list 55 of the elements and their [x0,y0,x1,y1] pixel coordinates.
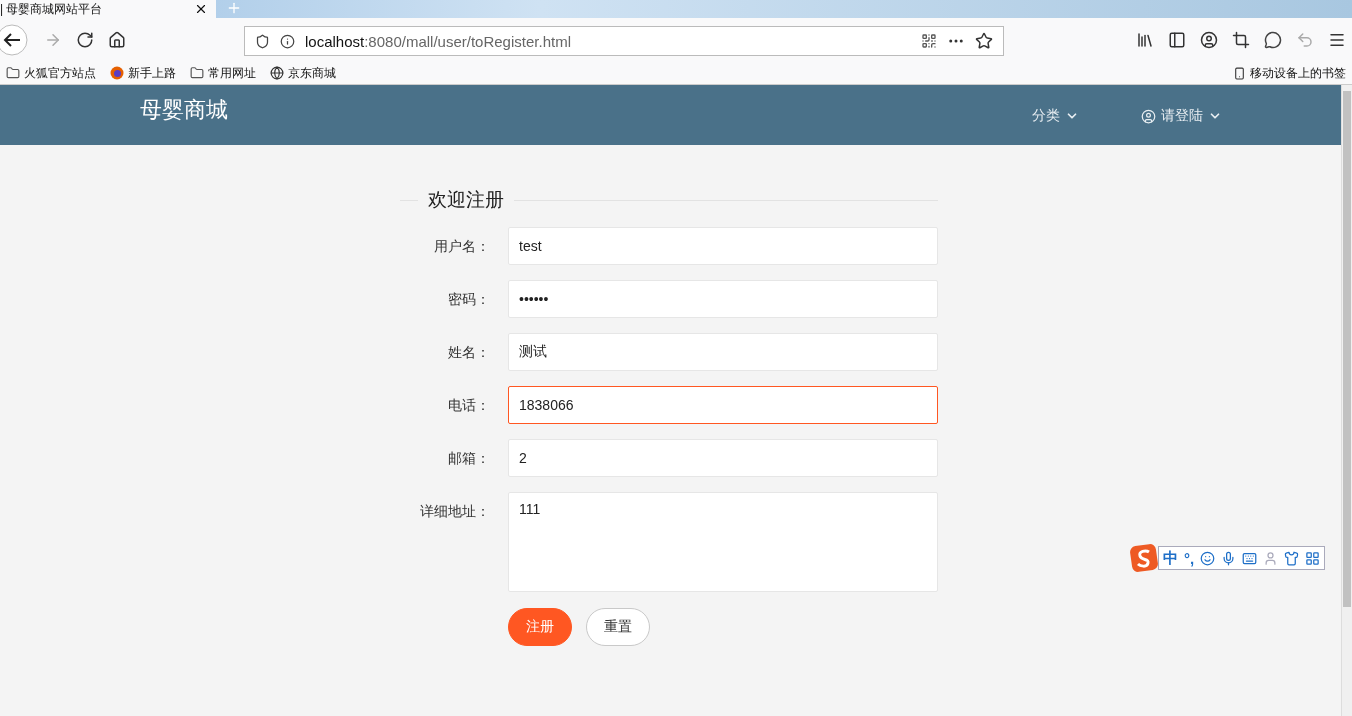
grid-icon[interactable] [1305,550,1321,566]
browser-logo-icon [110,66,124,80]
bookmark-item[interactable]: 火狐官方站点 [6,64,96,82]
field-label: 姓名： [447,343,490,362]
bookmark-item[interactable]: 常用网址 [190,64,256,82]
input-field[interactable]: 1838066 [508,386,938,424]
bookmark-item[interactable]: 新手上路 [110,64,176,82]
bookmark-item[interactable]: 京东商城 [270,64,336,82]
mic-icon[interactable] [1221,550,1237,566]
nav-menu[interactable]: 请登陆 [1141,107,1222,125]
ime-logo-icon[interactable] [1130,544,1158,572]
folder-icon [6,66,20,80]
input-mode[interactable]: 中 [1163,548,1178,568]
scrollbar[interactable] [1341,85,1352,716]
field-label: 用户名： [433,237,490,256]
input-field[interactable]: •••••• [508,280,938,318]
url-text: localhost:8080/mall/user/toRegister.html [305,32,572,50]
info-icon[interactable] [280,33,295,49]
menu-icon[interactable] [1328,31,1346,49]
textarea-field[interactable]: 111 [508,492,938,592]
browser-tab[interactable]: | 母婴商城网站平台 [0,0,216,18]
library-icon[interactable] [1136,31,1154,49]
tab-title: | 母婴商城网站平台 [0,0,103,18]
site-brand[interactable]: 母婴商城 [140,95,970,125]
user-icon [1141,108,1156,124]
sidebar-icon[interactable] [1168,31,1186,49]
nav-menu[interactable]: 分类 [1032,107,1079,125]
field-label: 密码： [447,290,490,309]
form-title: 欢迎注册 [428,188,504,212]
qr-code-icon[interactable] [921,33,937,49]
input-field[interactable]: 测试 [508,333,938,371]
shirt-icon[interactable] [1284,550,1300,566]
reload-icon[interactable] [76,31,94,49]
punctuation-mode[interactable]: °, [1184,549,1195,567]
reset-button[interactable]: 重置 [586,608,650,646]
field-label: 详细地址： [419,502,490,521]
account-icon[interactable] [1200,31,1218,49]
mobile-bookmarks[interactable]: 移动设备上的书签 [1233,64,1346,82]
field-label: 邮箱： [447,449,490,468]
shield-icon[interactable] [255,33,270,49]
phone-icon [1233,66,1246,80]
folder-icon [190,66,204,80]
crop-icon[interactable] [1232,31,1250,49]
address-bar[interactable]: localhost:8080/mall/user/toRegister.html [244,26,1004,56]
keyboard-icon[interactable] [1242,550,1258,566]
star-icon[interactable] [975,32,993,50]
input-field[interactable]: test [508,227,938,265]
close-icon[interactable] [194,2,208,16]
globe-icon [270,66,284,80]
smile-icon[interactable] [1200,550,1216,566]
home-icon[interactable] [108,31,126,49]
back-icon[interactable] [0,23,30,57]
input-field[interactable]: 2 [508,439,938,477]
field-label: 电话： [447,396,490,415]
chat-icon[interactable] [1264,31,1282,49]
